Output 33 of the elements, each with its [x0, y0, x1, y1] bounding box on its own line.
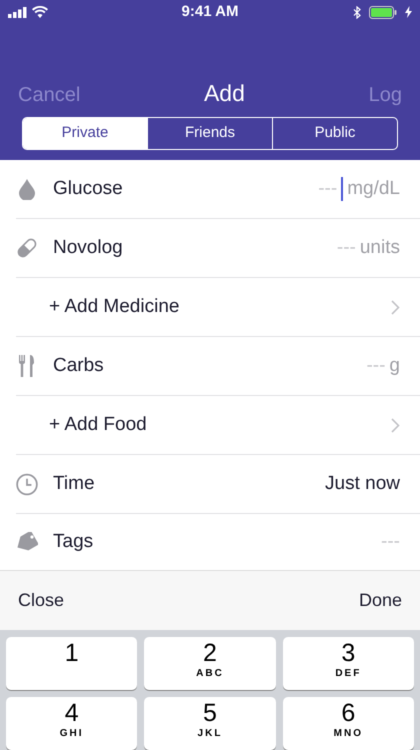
add-link[interactable]: + Add Medicine	[49, 292, 180, 322]
row-label: Glucose	[53, 176, 123, 201]
row-label: Time	[53, 472, 95, 496]
keypad-key[interactable]: 4 GHI	[6, 697, 138, 750]
pill-icon	[16, 237, 38, 259]
fork-knife-icon	[19, 355, 35, 377]
drop-icon	[19, 178, 35, 200]
close-button[interactable]: Close	[18, 587, 64, 614]
done-button[interactable]: Done	[358, 587, 402, 614]
tag-icon	[16, 532, 38, 552]
wifi-icon	[32, 6, 48, 18]
signal-icon	[8, 6, 28, 18]
add-link[interactable]: + Add Food	[49, 410, 147, 440]
row-label: Novolog	[53, 236, 123, 260]
keypad-key[interactable]: 2 ABC	[144, 637, 276, 690]
segment-tab[interactable]: Friends	[147, 118, 272, 149]
charging-icon	[405, 6, 412, 18]
row-label: Carbs	[53, 354, 104, 378]
screen-title: Add	[204, 78, 245, 108]
battery-icon	[369, 6, 397, 18]
time-value[interactable]: Just now	[325, 470, 400, 498]
keypad-key[interactable]: 3 DEF	[282, 637, 414, 690]
keypad-key[interactable]: 6 MNO	[282, 697, 414, 750]
bluetooth-icon	[353, 6, 361, 18]
keypad-key[interactable]: 1	[6, 637, 138, 690]
chevron-icon	[391, 418, 400, 432]
keypad-key[interactable]: 5 JKL	[144, 697, 276, 750]
status-time: 9:41 AM	[182, 2, 238, 22]
clock-icon	[16, 472, 38, 496]
segment-tab[interactable]: Private	[23, 118, 147, 149]
chevron-icon	[391, 300, 400, 314]
segment-tab[interactable]: Public	[272, 118, 397, 149]
row-label: Tags	[53, 530, 94, 554]
